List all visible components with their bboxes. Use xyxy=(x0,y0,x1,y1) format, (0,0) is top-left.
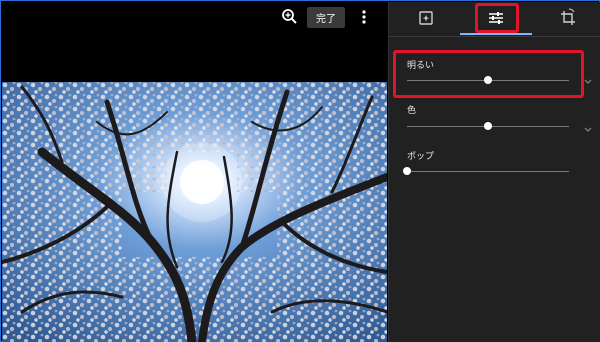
crop-rotate-icon[interactable] xyxy=(555,6,581,30)
auto-enhance-icon[interactable] xyxy=(413,6,439,30)
zoom-in-icon[interactable] xyxy=(280,7,300,27)
color-slider[interactable]: 色 xyxy=(407,103,577,130)
more-vert-icon[interactable] xyxy=(356,7,372,27)
color-label: 色 xyxy=(407,106,417,116)
pop-label: ポップ xyxy=(407,152,435,162)
editor-toolbar: 完了 xyxy=(2,2,388,32)
brightness-slider[interactable]: 明るい xyxy=(407,58,577,84)
cherry-blossom-photo xyxy=(2,82,387,342)
app-window: 完了 明るい 色 ポップ xyxy=(0,0,600,342)
pop-thumb[interactable] xyxy=(403,167,411,175)
chevron-down-icon[interactable] xyxy=(583,120,593,132)
pop-track[interactable] xyxy=(407,171,569,172)
edit-tabs xyxy=(389,2,600,37)
tune-icon[interactable] xyxy=(483,6,509,30)
selected-tab-indicator xyxy=(460,33,532,35)
edit-panel: 明るい 色 ポップ xyxy=(388,2,600,342)
color-thumb[interactable] xyxy=(484,122,492,130)
pop-slider[interactable]: ポップ xyxy=(403,149,577,175)
brightness-label: 明るい xyxy=(407,61,435,71)
brightness-thumb[interactable] xyxy=(484,76,492,84)
done-button[interactable]: 完了 xyxy=(307,7,345,28)
chevron-down-icon[interactable] xyxy=(583,72,593,84)
